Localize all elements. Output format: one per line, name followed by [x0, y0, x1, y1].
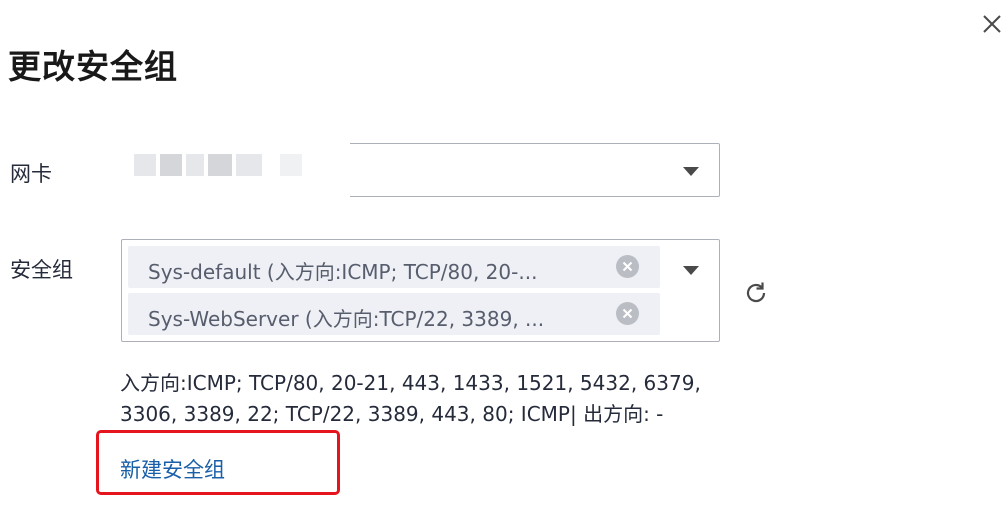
nic-select[interactable] — [110, 136, 720, 204]
rules-line: 入方向:ICMP; TCP/80, 20-21, 443, 1433, 1521… — [120, 371, 701, 395]
redacted-block — [236, 154, 262, 176]
tag-label: Sys-WebServer (入方向:TCP/22, 3389, ... — [148, 307, 545, 331]
chevron-down-icon[interactable] — [683, 167, 699, 176]
remove-tag-icon[interactable] — [616, 255, 639, 278]
redacted-block — [160, 154, 182, 176]
redacted-block — [186, 154, 204, 176]
remove-tag-icon[interactable] — [616, 302, 639, 325]
redacted-block — [280, 154, 302, 176]
refresh-icon[interactable] — [742, 279, 770, 307]
nic-label: 网卡 — [10, 162, 52, 186]
chevron-down-icon[interactable] — [683, 266, 699, 275]
close-icon[interactable] — [980, 12, 1004, 36]
redacted-value — [110, 136, 350, 204]
tag-label: Sys-default (入方向:ICMP; TCP/80, 20-... — [148, 260, 538, 284]
change-security-group-dialog: 更改安全组 网卡 安全组 Sys-default (入方向:ICMP; TCP/… — [0, 0, 1004, 530]
security-group-multiselect[interactable]: Sys-default (入方向:ICMP; TCP/80, 20-... Sy… — [121, 239, 720, 342]
selected-tag: Sys-WebServer (入方向:TCP/22, 3389, ... — [128, 293, 660, 335]
security-group-label: 安全组 — [10, 258, 73, 282]
dialog-title: 更改安全组 — [8, 47, 178, 86]
redacted-block — [208, 154, 232, 176]
selected-tag: Sys-default (入方向:ICMP; TCP/80, 20-... — [128, 246, 660, 288]
highlight-annotation — [96, 430, 340, 495]
rules-line: 3306, 3389, 22; TCP/22, 3389, 443, 80; I… — [120, 402, 664, 426]
redacted-block — [134, 154, 156, 176]
rules-summary: 入方向:ICMP; TCP/80, 20-21, 443, 1433, 1521… — [120, 368, 780, 430]
